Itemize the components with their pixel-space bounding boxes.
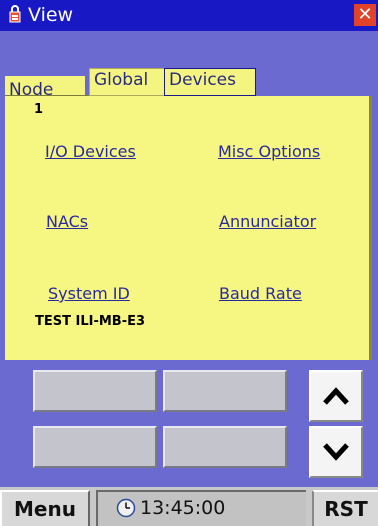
close-button[interactable]: ✕ (354, 4, 376, 26)
baud-rate-link[interactable]: Baud Rate (219, 284, 302, 303)
close-icon: ✕ (357, 4, 373, 25)
chevron-down-icon (323, 443, 349, 461)
misc-options-link[interactable]: Misc Options (218, 142, 320, 161)
soft-button-2[interactable] (163, 370, 287, 412)
io-devices-link[interactable]: I/O Devices (45, 142, 136, 161)
soft-button-3[interactable] (33, 426, 157, 468)
annunciator-link[interactable]: Annunciator (219, 212, 316, 231)
window-title: View (28, 4, 74, 26)
clock-icon (116, 498, 136, 518)
tab-devices[interactable]: Devices (164, 68, 256, 96)
clock-time: 13:45:00 (140, 497, 226, 519)
nacs-link[interactable]: NACs (46, 212, 88, 231)
chevron-up-icon (323, 387, 349, 405)
scroll-up-button[interactable] (309, 370, 363, 422)
system-id-value: TEST ILI-MB-E3 (35, 314, 146, 329)
clock-display: 13:45:00 (96, 490, 306, 526)
panel-number: 1 (34, 102, 44, 117)
rst-button[interactable]: RST (312, 490, 378, 526)
tab-devices-label: Devices (169, 70, 236, 90)
lock-icon (9, 5, 21, 23)
soft-button-1[interactable] (33, 370, 157, 412)
tab-global-label: Global (94, 70, 149, 90)
system-id-link[interactable]: System ID (48, 284, 130, 303)
tab-global[interactable]: Global (89, 68, 171, 96)
scroll-down-button[interactable] (309, 426, 363, 478)
menu-button[interactable]: Menu (0, 490, 90, 526)
soft-button-4[interactable] (163, 426, 287, 468)
title-bar: View ✕ (0, 0, 378, 31)
